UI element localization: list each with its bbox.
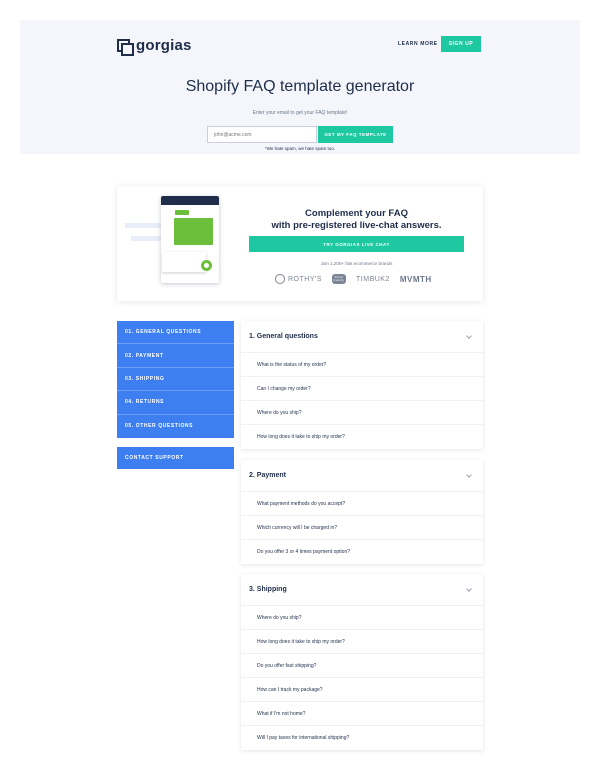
nav-item-returns[interactable]: 04. RETURNS bbox=[117, 391, 234, 415]
try-live-chat-button[interactable]: TRY GORGIAS LIVE CHAT bbox=[249, 236, 464, 252]
sign-up-button[interactable]: SIGN UP bbox=[441, 36, 481, 52]
faq-section-general: 1. General questions What is the status … bbox=[241, 321, 483, 449]
hero-section: gorgias LEARN MORE SIGN UP Shopify FAQ t… bbox=[20, 20, 580, 154]
nav-item-payment[interactable]: 02. PAYMENT bbox=[117, 344, 234, 368]
promo-title: Complement your FAQ with pre-registered … bbox=[249, 208, 464, 232]
faq-section-payment: 2. Payment What payment methods do you a… bbox=[241, 460, 483, 564]
faq-question[interactable]: Do you offer 3 or 4 times payment option… bbox=[241, 540, 483, 564]
faq-question[interactable]: What is the status of my order? bbox=[241, 353, 483, 377]
faq-question[interactable]: How can I track my package? bbox=[241, 678, 483, 702]
faq-section-header[interactable]: 1. General questions bbox=[241, 321, 483, 353]
decor-line bbox=[125, 223, 163, 228]
faq-question[interactable]: Where do you ship? bbox=[241, 606, 483, 630]
promo-caption: Join 1,200+ fast ecommerce brands bbox=[320, 261, 393, 266]
spam-note: *We hate spam, we hate spam too. bbox=[265, 146, 335, 151]
nav-item-other[interactable]: 05. OTHER QUESTIONS bbox=[117, 415, 234, 438]
brand-skullcandy-logo: Skull Candy bbox=[332, 274, 347, 284]
contact-support-button[interactable]: CONTACT SUPPORT bbox=[117, 447, 234, 469]
nav-item-general[interactable]: 01. GENERAL QUESTIONS bbox=[117, 321, 234, 345]
chat-card bbox=[162, 252, 206, 272]
learn-more-link[interactable]: LEARN MORE bbox=[398, 41, 438, 47]
faq-question[interactable]: What payment methods do you accept? bbox=[241, 492, 483, 516]
faq-question[interactable]: What if I'm not home? bbox=[241, 702, 483, 726]
logo-text: gorgias bbox=[136, 37, 192, 54]
faq-section-title: 2. Payment bbox=[249, 472, 286, 479]
logo-mark-icon bbox=[117, 38, 134, 56]
decor-line bbox=[131, 236, 161, 241]
brand-mvmth-logo: MVMTH bbox=[399, 274, 432, 284]
chat-header-bar bbox=[161, 196, 219, 205]
faq-question[interactable]: Do you offer fast shipping? bbox=[241, 654, 483, 678]
faq-question[interactable]: How long does it take to ship my order? bbox=[241, 630, 483, 654]
faq-question[interactable]: How long does it take to ship my order? bbox=[241, 425, 483, 449]
promo-title-line1: Complement your FAQ bbox=[305, 208, 408, 219]
faq-question[interactable]: Will I pay taxes for international shipp… bbox=[241, 726, 483, 750]
promo-title-line2: with pre-registered live-chat answers. bbox=[271, 220, 442, 231]
page-title: Shopify FAQ template generator bbox=[185, 78, 415, 95]
brand-logos: ROTHY'S Skull Candy TIMBUK2 MVMTH bbox=[275, 274, 432, 284]
chat-launcher-icon bbox=[201, 260, 212, 271]
faq-section-shipping: 3. Shipping Where do you ship? How long … bbox=[241, 574, 483, 750]
faq-section-header[interactable]: 2. Payment bbox=[241, 460, 483, 492]
hero-subtitle: Enter your email to get your FAQ templat… bbox=[252, 110, 348, 116]
brand-timbuk2-logo: TIMBUK2 bbox=[356, 275, 390, 283]
faq-section-title: 1. General questions bbox=[249, 333, 318, 340]
get-template-button[interactable]: GET MY FAQ TEMPLATE bbox=[318, 126, 393, 143]
email-input[interactable] bbox=[207, 126, 317, 143]
chevron-down-icon[interactable] bbox=[466, 332, 472, 339]
faq-question[interactable]: Can I change my order? bbox=[241, 377, 483, 401]
chat-bubble bbox=[174, 218, 213, 245]
nav-item-shipping[interactable]: 03. SHIPPING bbox=[117, 368, 234, 392]
faq-section-nav: 01. GENERAL QUESTIONS 02. PAYMENT 03. SH… bbox=[117, 321, 234, 438]
faq-section-header[interactable]: 3. Shipping bbox=[241, 574, 483, 606]
chevron-down-icon[interactable] bbox=[466, 471, 472, 478]
faq-question[interactable]: Where do you ship? bbox=[241, 401, 483, 425]
chevron-down-icon[interactable] bbox=[466, 585, 472, 592]
faq-question[interactable]: Which currency will I be charged in? bbox=[241, 516, 483, 540]
live-chat-promo-card: Complement your FAQ with pre-registered … bbox=[117, 186, 483, 301]
gorgias-logo[interactable]: gorgias bbox=[117, 37, 192, 56]
chat-widget-illustration bbox=[161, 196, 219, 283]
faq-section-title: 3. Shipping bbox=[249, 586, 287, 593]
chat-bubble bbox=[175, 210, 189, 215]
brand-rothys-logo: ROTHY'S bbox=[275, 274, 322, 284]
